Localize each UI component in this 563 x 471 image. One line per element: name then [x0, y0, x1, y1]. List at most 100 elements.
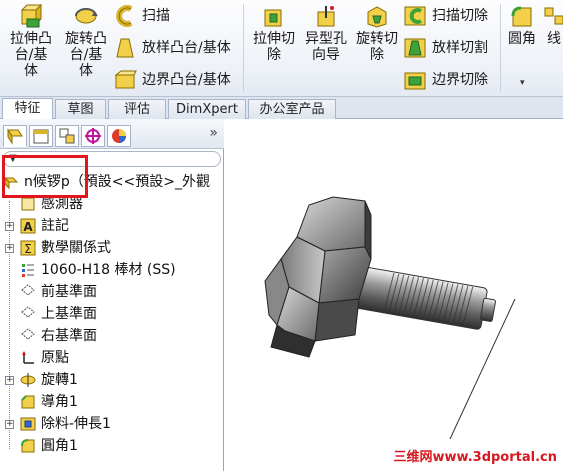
- loft-label: 放样凸台/基体: [142, 40, 231, 56]
- tree-item-cut-extrude1[interactable]: 除料-伸長1: [20, 413, 111, 435]
- property-manager-tab[interactable]: [29, 125, 53, 147]
- boundary-cut-label: 边界切除: [432, 72, 488, 88]
- plane-icon: [21, 328, 35, 340]
- command-manager-ribbon: 拉伸凸 台/基 体 旋转凸 台/基 体 扫描 放样凸台/基体 边界凸台/基体 拉…: [0, 0, 563, 97]
- boundary-cut-button[interactable]: 边界切除: [403, 67, 488, 93]
- tab-office-products[interactable]: 办公室产品: [248, 99, 336, 119]
- tree-item-annotations[interactable]: A 註記: [20, 215, 69, 237]
- tree-item-revolve1[interactable]: 旋轉1: [20, 369, 78, 391]
- revolve-cut-icon: [367, 6, 387, 28]
- revolve-boss-label-2: 台/基: [69, 47, 103, 63]
- highlight-box: [2, 155, 88, 198]
- tree-item-origin[interactable]: 原點: [20, 347, 69, 369]
- equation-icon: Σ: [20, 240, 36, 256]
- feature-tree-icon: [7, 128, 23, 145]
- extrude-boss-icon: [20, 4, 43, 28]
- boundary-boss-icon: [114, 70, 137, 89]
- graphics-area[interactable]: 三维网www.3dportal.cn: [225, 119, 563, 471]
- watermark-text: 三维网www.3dportal.cn: [393, 450, 557, 465]
- lofted-cut-label: 放样切割: [432, 40, 488, 56]
- sweep-button[interactable]: 扫描: [113, 3, 170, 29]
- expand-annotations-toggle[interactable]: +: [5, 222, 14, 231]
- boundary-boss-button[interactable]: 边界凸台/基体: [113, 67, 231, 93]
- origin-icon: [22, 351, 34, 364]
- plane-icon: [21, 306, 35, 318]
- dimxpert-icon: [85, 128, 101, 144]
- material-icon: [22, 264, 34, 277]
- boundary-cut-icon: [404, 72, 426, 90]
- bolt-hex-head: [264, 196, 372, 358]
- revolve-boss-icon: [75, 8, 98, 24]
- extrude-cut-icon: [264, 9, 282, 27]
- extrude-boss-label-2: 台/基: [14, 47, 48, 63]
- configuration-manager-icon: [59, 128, 75, 144]
- swept-cut-label: 扫描切除: [432, 8, 488, 24]
- extrude-cut-label-2: 除: [267, 47, 281, 63]
- extrude-boss-button[interactable]: 拉伸凸 台/基 体: [4, 4, 58, 92]
- fillet-label: 圆角: [508, 31, 536, 47]
- lofted-cut-button[interactable]: 放样切割: [403, 35, 488, 61]
- panel-tab-strip: »: [0, 119, 224, 149]
- chevron-down-icon[interactable]: ▾: [520, 78, 525, 88]
- expand-cut-extrude-toggle[interactable]: +: [5, 420, 14, 429]
- revolve-cut-label-2: 除: [370, 47, 384, 63]
- sensor-icon: [21, 197, 35, 211]
- more-tabs-button[interactable]: »: [209, 125, 218, 141]
- expand-equations-toggle[interactable]: +: [5, 244, 14, 253]
- tree-item-chamfer1[interactable]: 導角1: [20, 391, 78, 413]
- configuration-manager-tab[interactable]: [55, 125, 79, 147]
- fillet-feature-icon: [21, 439, 35, 453]
- bolt-threads: [383, 272, 474, 326]
- revolve-boss-button[interactable]: 旋转凸 台/基 体: [59, 4, 113, 92]
- bolt-model-render: [264, 196, 516, 440]
- tree-item-label: 1060-H18 棒材 (SS): [41, 262, 176, 278]
- revolve-boss-label-1: 旋转凸: [65, 31, 107, 47]
- tab-evaluate[interactable]: 评估: [108, 99, 166, 119]
- hole-wizard-label-1: 异型孔: [305, 31, 347, 47]
- tree-item-label: 原點: [41, 350, 69, 366]
- dimxpert-manager-tab[interactable]: [81, 125, 105, 147]
- linear-pattern-icon: [544, 7, 563, 25]
- revolve-cut-button[interactable]: 旋转切 除: [350, 4, 404, 92]
- feature-tree-tab[interactable]: [3, 125, 27, 147]
- fillet-icon: [511, 6, 532, 27]
- loft-button[interactable]: 放样凸台/基体: [113, 35, 231, 61]
- expand-revolve-toggle[interactable]: +: [5, 376, 14, 385]
- tree-item-label: 除料-伸長1: [41, 416, 111, 432]
- linear-pattern-label: 线: [547, 31, 561, 47]
- swept-cut-icon: [404, 6, 426, 26]
- command-manager-tabs: 特征 草图 评估 DimXpert 办公室产品: [0, 97, 563, 120]
- annotation-icon: A: [20, 218, 36, 234]
- extrude-cut-button[interactable]: 拉伸切 除: [247, 4, 301, 92]
- linear-pattern-button[interactable]: 线: [541, 4, 563, 92]
- svg-text:A: A: [23, 220, 33, 234]
- tab-dimxpert[interactable]: DimXpert: [168, 99, 246, 119]
- tree-item-label: 圓角1: [41, 438, 78, 454]
- tree-item-material[interactable]: 1060-H18 棒材 (SS): [20, 259, 176, 281]
- hole-wizard-button[interactable]: 异型孔 向导: [299, 4, 353, 92]
- tree-item-right-plane[interactable]: 右基準面: [20, 325, 97, 347]
- tree-item-label: 導角1: [41, 394, 78, 410]
- sweep-icon: [116, 5, 133, 27]
- hole-wizard-label-2: 向导: [312, 47, 340, 63]
- plane-icon: [21, 284, 35, 296]
- tree-item-label: 前基準面: [41, 284, 97, 300]
- tab-features[interactable]: 特征: [2, 98, 53, 120]
- tree-item-label: 旋轉1: [41, 372, 78, 388]
- hole-wizard-icon: [317, 6, 335, 27]
- tree-item-front-plane[interactable]: 前基準面: [20, 281, 97, 303]
- tree-item-fillet1[interactable]: 圓角1: [20, 435, 78, 457]
- tree-item-label: 上基準面: [41, 306, 97, 322]
- tab-sketch[interactable]: 草图: [55, 99, 106, 119]
- extrude-cut-label-1: 拉伸切: [253, 31, 295, 47]
- display-manager-tab[interactable]: [107, 125, 131, 147]
- tree-connector-line: [9, 201, 10, 449]
- tree-item-top-plane[interactable]: 上基準面: [20, 303, 97, 325]
- tree-item-equations[interactable]: Σ 數學關係式: [20, 237, 111, 259]
- cut-extrude-icon: [20, 417, 36, 431]
- tree-item-label: 註記: [41, 218, 69, 234]
- revolve-feature-icon: [20, 373, 36, 387]
- swept-cut-button[interactable]: 扫描切除: [403, 3, 488, 29]
- extrude-boss-label-1: 拉伸凸: [10, 31, 52, 47]
- loft-icon: [116, 38, 134, 58]
